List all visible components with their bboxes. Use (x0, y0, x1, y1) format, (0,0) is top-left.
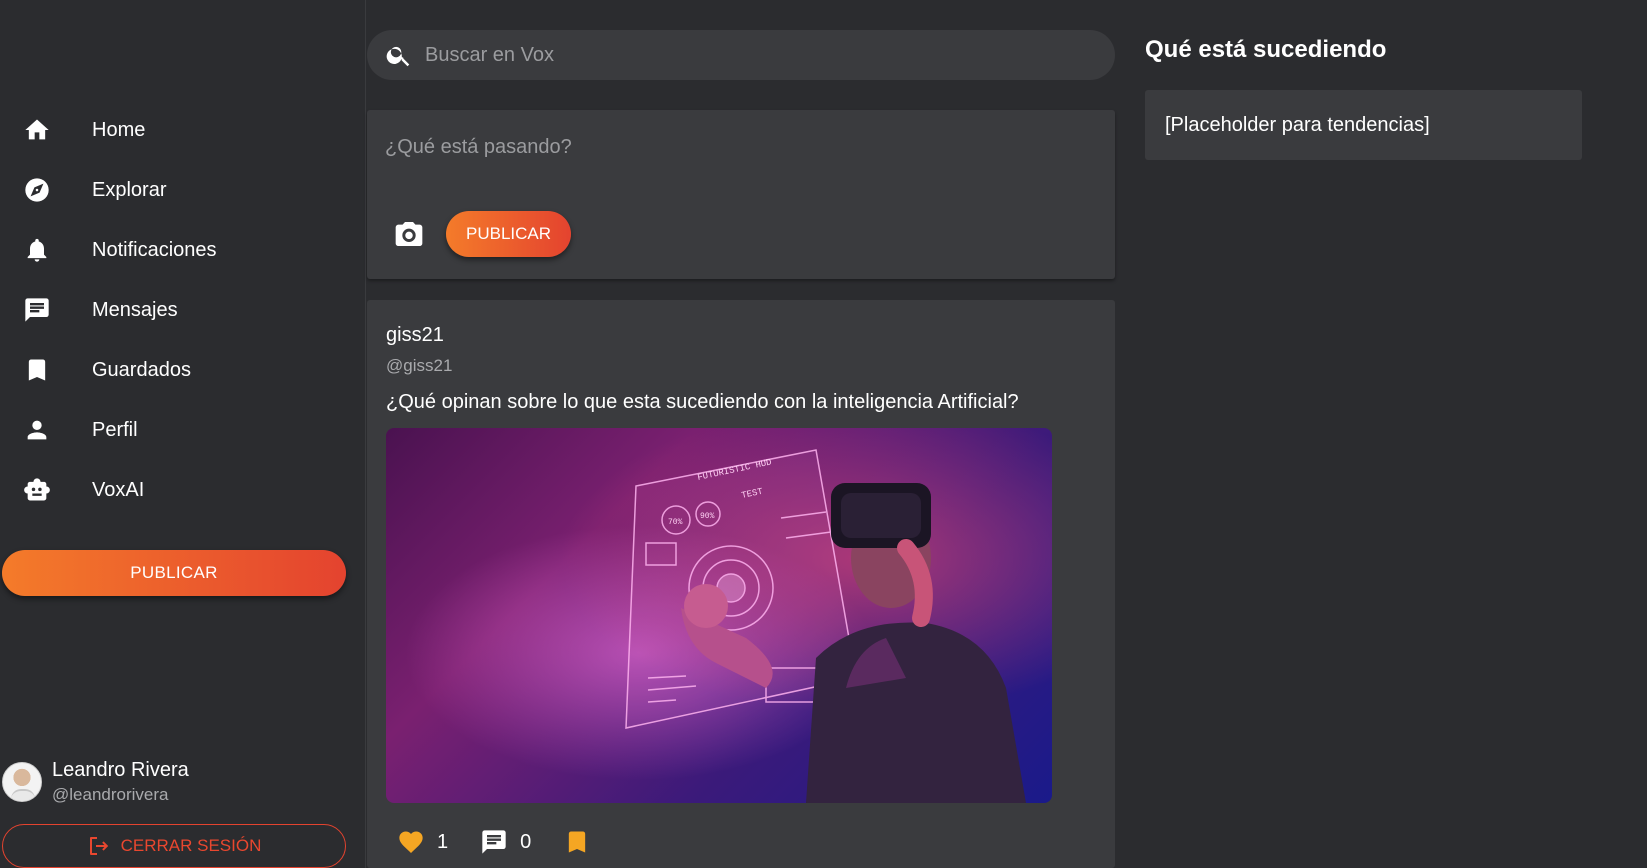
composer-publish-button[interactable]: PUBLICAR (446, 211, 571, 257)
comment-count: 0 (520, 830, 532, 853)
post-author[interactable]: giss21 (386, 324, 444, 347)
search-bar (367, 30, 1115, 80)
sidebar-item-label: VoxAI (92, 478, 145, 501)
save-button[interactable] (563, 828, 591, 856)
sidebar-item-label: Home (92, 118, 146, 141)
like-count: 1 (437, 830, 449, 853)
chat-icon (22, 295, 52, 325)
person-icon (22, 415, 52, 445)
sidebar-item-notificaciones[interactable]: Notificaciones (0, 220, 366, 280)
camera-button[interactable] (393, 218, 425, 250)
compass-icon (22, 175, 52, 205)
logout-label: CERRAR SESIÓN (120, 836, 262, 855)
robot-icon (22, 475, 52, 505)
sidebar-item-label: Mensajes (92, 298, 178, 321)
search-icon (386, 46, 410, 67)
sidebar-item-perfil[interactable]: Perfil (0, 400, 366, 460)
post-image[interactable]: FUTURISTIC HUD TEST 70% 90% (386, 428, 1052, 803)
hud-gauge-1: 70% (668, 518, 683, 527)
sidebar-item-voxai[interactable]: VoxAI (0, 460, 366, 520)
post-handle: @giss21 (386, 356, 453, 375)
sidebar-item-mensajes[interactable]: Mensajes (0, 280, 366, 340)
logout-icon (89, 837, 108, 855)
trends-placeholder: [Placeholder para tendencias] (1165, 113, 1430, 136)
compose-input[interactable] (385, 136, 1085, 196)
trends-title: Qué está sucediendo (1145, 36, 1387, 63)
post-text: ¿Qué opinan sobre lo que esta sucediendo… (386, 391, 1019, 413)
camera-icon (395, 222, 423, 246)
home-icon (22, 115, 52, 145)
heart-icon (399, 831, 423, 853)
avatar (2, 762, 42, 802)
sidebar-item-explorar[interactable]: Explorar (0, 160, 366, 220)
sidebar-item-label: Notificaciones (92, 238, 217, 261)
user-handle: @leandrorivera (52, 785, 169, 804)
sidebar-item-label: Guardados (92, 358, 191, 381)
sidebar-item-guardados[interactable]: Guardados (0, 340, 366, 400)
bookmark-icon (569, 831, 586, 853)
hud-gauge-2: 90% (700, 512, 715, 521)
user-info: Leandro Rivera @leandrorivera (52, 757, 189, 807)
trends-panel: [Placeholder para tendencias] (1145, 90, 1582, 160)
comment-button[interactable]: 0 (480, 828, 531, 856)
sidebar-item-label: Explorar (92, 178, 167, 201)
bell-icon (22, 235, 52, 265)
post-card: giss21 @giss21 ¿Qué opinan sobre lo que … (367, 300, 1115, 868)
sidebar-publish-button[interactable]: PUBLICAR (2, 550, 346, 596)
post-composer: PUBLICAR (367, 110, 1115, 279)
like-button[interactable]: 1 (397, 828, 448, 856)
logout-button[interactable]: CERRAR SESIÓN (2, 824, 346, 868)
search-input[interactable] (425, 43, 1075, 67)
vr-illustration: FUTURISTIC HUD TEST 70% 90% (625, 449, 1026, 803)
sidebar-item-home[interactable]: Home (0, 100, 366, 160)
bookmark-icon (22, 355, 52, 385)
user-card[interactable]: Leandro Rivera @leandrorivera (2, 752, 342, 812)
post-actions: 1 0 (397, 828, 623, 856)
user-name: Leandro Rivera (52, 759, 189, 781)
sidebar-item-label: Perfil (92, 418, 138, 441)
sidebar-nav: Home Explorar Notificaciones Mensajes Gu… (0, 100, 366, 520)
sidebar: Home Explorar Notificaciones Mensajes Gu… (0, 0, 366, 868)
comment-icon (482, 830, 506, 854)
